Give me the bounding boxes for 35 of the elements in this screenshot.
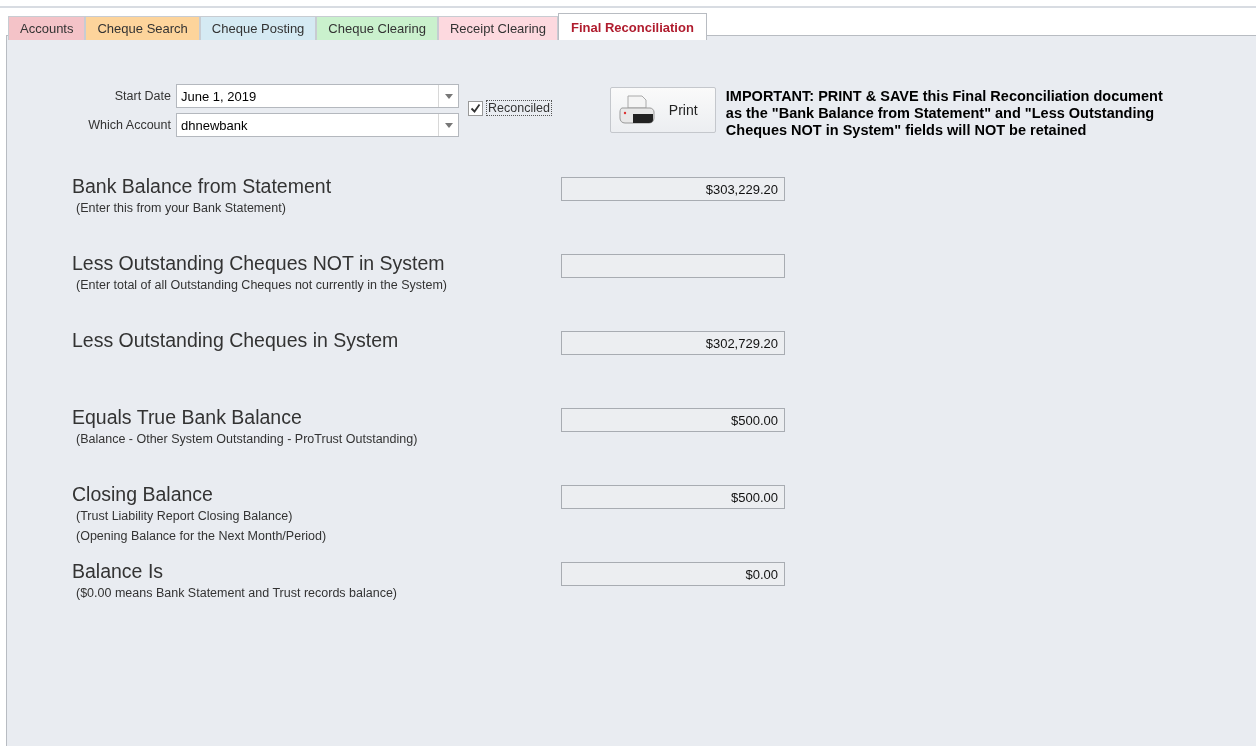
dropdown-arrow-icon [444, 122, 453, 128]
tab[interactable]: Accounts [8, 16, 86, 40]
tab[interactable]: Receipt Clearing [437, 16, 559, 40]
field-label: Which Account [88, 118, 171, 132]
print-button[interactable]: Print [609, 87, 716, 133]
row-hint: (Trust Liability Report Closing Balance) [75, 508, 294, 525]
tab[interactable]: Cheque Search [85, 16, 200, 40]
row-hint: ($0.00 means Bank Statement and Trust records balance) [75, 585, 398, 602]
row-hint: (Enter total of all Outstanding Cheques not currently in the System) [75, 277, 449, 294]
dropdown-arrow-icon [444, 93, 453, 99]
row-title: Bank Balance from Statement [72, 174, 333, 198]
row-hint: (Balance - Other System Outstanding - ProTrust Outstanding) [75, 431, 419, 448]
amount-field[interactable]: $500.00 [561, 408, 785, 432]
amount-field[interactable] [561, 254, 785, 278]
amount-field[interactable]: $500.00 [561, 485, 785, 509]
tab[interactable]: Final Reconciliation [558, 13, 707, 40]
row-title: Balance Is [72, 559, 165, 583]
checkbox-label[interactable]: Reconciled [486, 100, 552, 116]
notice-text: IMPORTANT: PRINT & SAVE this Final Reconciliation document as the "Bank Balance from Statement" and "Less Outstanding Cheques NOT in System" fields will NOT be retained [725, 88, 1163, 139]
row-title: Closing Balance [72, 482, 214, 506]
dropdown-field[interactable]: dhnewbank [176, 113, 459, 137]
field-label: Start Date [114, 89, 171, 103]
row-title: Less Outstanding Cheques in System [72, 328, 400, 352]
dropdown-field[interactable]: June 1, 2019 [176, 84, 459, 108]
tab[interactable]: Cheque Clearing [316, 16, 438, 40]
tab[interactable]: Cheque Posting [199, 16, 317, 40]
row-title: Less Outstanding Cheques NOT in System [72, 251, 446, 275]
amount-field[interactable]: $0.00 [561, 562, 785, 586]
amount-field[interactable]: $303,229.20 [561, 177, 785, 201]
amount-field[interactable]: $302,729.20 [561, 331, 785, 355]
row-hint: (Opening Balance for the Next Month/Period) [75, 528, 328, 545]
row-hint: (Enter this from your Bank Statement) [75, 200, 287, 217]
row-title: Equals True Bank Balance [72, 405, 303, 429]
printer-icon [618, 94, 655, 126]
checkbox[interactable] [468, 100, 483, 116]
